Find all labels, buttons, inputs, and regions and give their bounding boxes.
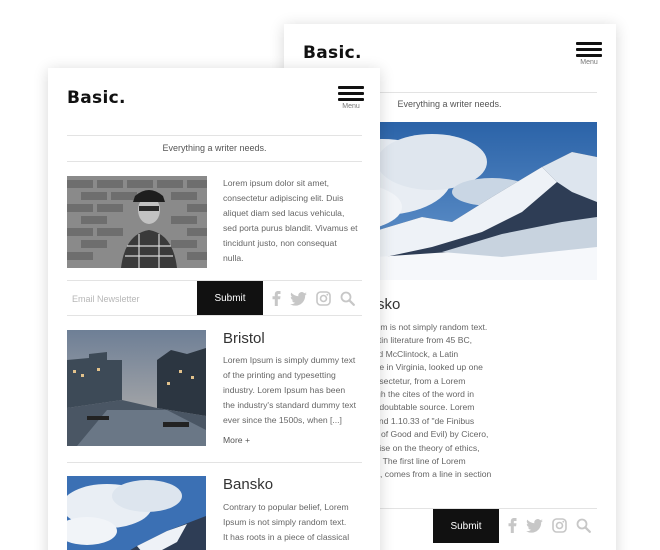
intro-line: nulla. [223,253,244,263]
excerpt-line: Contrary to popular belief, Lorem [223,502,349,512]
instagram-icon[interactable] [316,291,331,306]
menu-label: Menu [580,59,598,66]
facebook-icon[interactable] [272,291,281,306]
author-intro: Lorem ipsum dolor sit amet, consectetur … [223,176,373,266]
post-title-bansko[interactable]: Bansko [223,476,273,493]
intro-line: consectetur adipiscing elit. Duis [223,193,344,203]
tagline: Everything a writer needs. [162,143,267,153]
menu-label: Menu [342,103,360,110]
excerpt-line: of the printing and typesetting [223,370,336,380]
instagram-icon[interactable] [552,518,567,533]
menu-button[interactable]: Menu [576,42,602,66]
menu-button[interactable]: Menu [338,86,364,110]
intro-line: aliquet diam sed lacus vehicula, [223,208,345,218]
site-logo[interactable]: Basic. [303,43,362,63]
divider [67,135,362,136]
blog-card-front: Basic. Menu Everything a writer needs. L… [48,68,380,550]
post-title-bristol[interactable]: Bristol [223,330,265,347]
divider [67,161,362,162]
submit-button[interactable]: Submit [433,509,499,543]
excerpt-line: industry. Lorem Ipsum has been [223,385,346,395]
intro-line: tincidunt justo, non consequat [223,238,337,248]
excerpt-line: the industry's standard dummy text [223,400,356,410]
post-excerpt-bansko: Contrary to popular belief, Lorem Ipsum … [223,500,373,545]
bansko-photo [67,476,206,550]
excerpt-line: Ipsum is not simply random text. [223,517,347,527]
social-links [508,518,591,533]
post-excerpt-bristol: Lorem Ipsum is simply dummy text of the … [223,353,373,428]
newsletter-email-input[interactable] [67,284,195,314]
search-icon[interactable] [576,518,591,533]
social-links [272,291,355,306]
more-link[interactable]: More + [223,435,250,445]
excerpt-line: ever since the 1500s, when [...] [223,415,342,425]
intro-line: sed porta purus blandit. Vivamus et [223,223,358,233]
twitter-icon[interactable] [290,291,307,306]
twitter-icon[interactable] [526,518,543,533]
author-photo [67,176,207,268]
facebook-icon[interactable] [508,518,517,533]
search-icon[interactable] [340,291,355,306]
excerpt-line: Lorem Ipsum is simply dummy text [223,355,356,365]
excerpt-line: It has roots in a piece of classical [223,532,350,542]
bristol-photo [67,330,206,446]
divider [67,315,362,316]
hamburger-icon [338,86,364,101]
site-logo[interactable]: Basic. [67,88,126,108]
submit-button[interactable]: Submit [197,281,263,315]
divider [67,462,362,463]
intro-line: Lorem ipsum dolor sit amet, [223,178,330,188]
hamburger-icon [576,42,602,57]
